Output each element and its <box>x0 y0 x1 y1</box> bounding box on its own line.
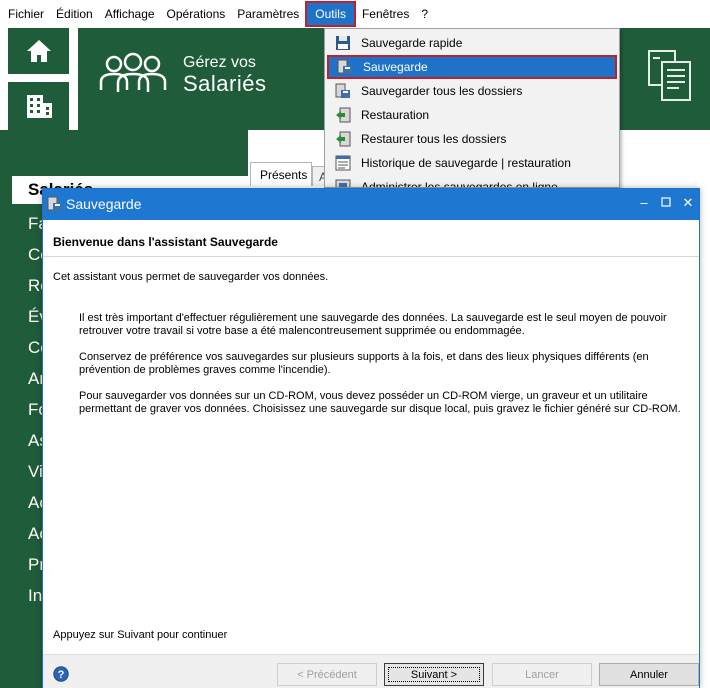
menu-outils[interactable]: Outils <box>305 1 356 27</box>
outils-dropdown-menu: Sauvegarde rapide Sauvegarde Sauvegarder… <box>324 28 620 188</box>
menu-operations[interactable]: Opérations <box>161 1 232 27</box>
menu-item-sauvegarde-rapide[interactable]: Sauvegarde rapide <box>327 31 617 55</box>
menu-help[interactable]: ? <box>415 1 434 27</box>
menu-bar: Fichier Édition Affichage Opérations Par… <box>0 0 710 28</box>
menu-edition[interactable]: Édition <box>50 1 99 27</box>
menu-item-label: Restauration <box>361 108 430 122</box>
dialog-header: Bienvenue dans l'assistant Sauvegarde <box>43 220 699 257</box>
menu-item-sauvegarder-tous[interactable]: Sauvegarder tous les dossiers <box>327 79 617 103</box>
menu-item-restauration[interactable]: Restauration <box>327 103 617 127</box>
dialog-title: Sauvegarde <box>66 196 142 212</box>
history-icon <box>333 154 353 172</box>
menu-parametres[interactable]: Paramètres <box>231 1 305 27</box>
menu-item-label: Sauvegarde <box>363 60 428 74</box>
menu-item-historique[interactable]: Historique de sauvegarde | restauration <box>327 151 617 175</box>
info-paragraph-2: Conservez de préférence vos sauvegardes … <box>79 351 649 376</box>
next-button[interactable]: Suivant > <box>384 663 484 686</box>
restore-icon <box>333 106 353 124</box>
cancel-button[interactable]: Annuler <box>599 663 699 686</box>
home-button[interactable] <box>8 28 69 74</box>
menu-affichage[interactable]: Affichage <box>99 1 161 27</box>
dialog-titlebar[interactable]: Sauvegarde – ✕ <box>43 189 699 220</box>
continue-hint: Appuyez sur Suivant pour continuer <box>53 629 228 641</box>
documents-icon <box>648 50 691 101</box>
launch-button[interactable]: Lancer <box>492 663 592 686</box>
banner-title: Gérez vos Salariés <box>183 54 266 96</box>
intro-text: Cet assistant vous permet de sauvegarder… <box>53 271 329 283</box>
dialog-footer: ? < Précédent Suivant > Lancer Annuler <box>43 654 699 688</box>
banner-title-line1: Gérez vos <box>183 54 256 71</box>
info-paragraph-1: Il est très important d'effectuer réguli… <box>79 312 667 337</box>
company-button[interactable] <box>8 82 69 130</box>
menu-item-label: Historique de sauvegarde | restauration <box>361 156 571 170</box>
banner-title-line2: Salariés <box>183 71 267 96</box>
dialog-heading: Bienvenue dans l'assistant Sauvegarde <box>53 235 278 249</box>
people-icon <box>99 52 167 92</box>
help-icon[interactable]: ? <box>53 666 69 685</box>
home-icon <box>26 40 51 62</box>
building-icon <box>26 95 52 118</box>
backup-icon <box>47 196 63 215</box>
restore-all-icon <box>333 130 353 148</box>
minimize-icon[interactable]: – <box>635 195 653 210</box>
menu-fichier[interactable]: Fichier <box>2 1 50 27</box>
backup-wizard-dialog: Sauvegarde – ✕ Bienvenue dans l'assistan… <box>42 188 700 688</box>
svg-text:?: ? <box>58 669 65 681</box>
focus-ring <box>388 667 480 682</box>
previous-button[interactable]: < Précédent <box>277 663 377 686</box>
floppy-icon <box>333 34 353 52</box>
menu-item-label: Sauvegarde rapide <box>361 36 463 50</box>
backup-all-icon <box>333 82 353 100</box>
menu-item-label: Sauvegarder tous les dossiers <box>361 84 523 98</box>
tab-presents[interactable]: Présents <box>250 162 312 186</box>
menu-item-sauvegarde[interactable]: Sauvegarde <box>327 55 617 79</box>
menu-item-label: Restaurer tous les dossiers <box>361 132 507 146</box>
menu-item-label: Administrer les sauvegardes en ligne <box>361 180 558 188</box>
backup-icon <box>335 58 355 76</box>
online-backup-icon <box>333 178 353 187</box>
maximize-icon[interactable] <box>657 195 675 210</box>
close-icon[interactable]: ✕ <box>679 195 697 211</box>
menu-item-restaurer-tous[interactable]: Restaurer tous les dossiers <box>327 127 617 151</box>
info-paragraph-3: Pour sauvegarder vos données sur un CD-R… <box>79 390 681 415</box>
dialog-body: Cet assistant vous permet de sauvegarder… <box>43 257 699 654</box>
menu-fenetres[interactable]: Fenêtres <box>356 1 415 27</box>
menu-item-administrer-en-ligne[interactable]: Administrer les sauvegardes en ligne <box>327 175 617 188</box>
